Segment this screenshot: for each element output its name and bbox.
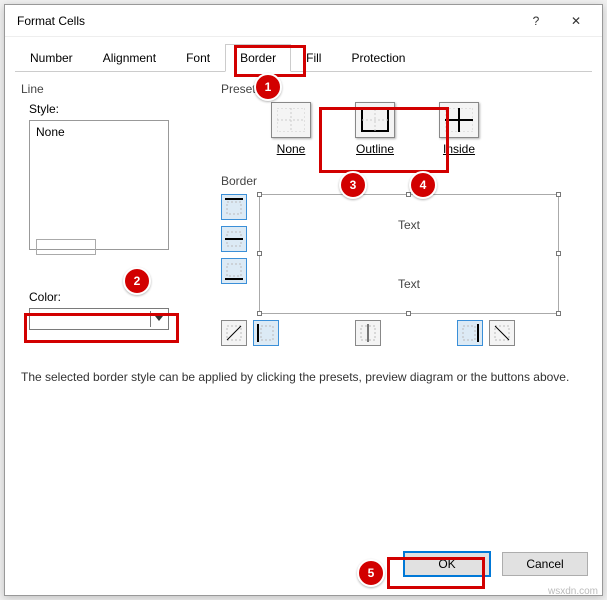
border-right-button[interactable] xyxy=(457,320,483,346)
line-group: Line Style: None Color: xyxy=(21,82,191,346)
border-top-button[interactable] xyxy=(221,194,247,220)
tab-number[interactable]: Number xyxy=(15,44,88,72)
preset-none-icon xyxy=(271,102,311,138)
cancel-button[interactable]: Cancel xyxy=(502,552,588,576)
close-button[interactable]: ✕ xyxy=(556,7,596,35)
dialog-footer: OK Cancel xyxy=(5,545,602,595)
dialog-title: Format Cells xyxy=(17,14,516,28)
format-cells-dialog: Format Cells ? ✕ Number Alignment Font B… xyxy=(4,4,603,596)
dialog-body: Line Style: None Color: Presets xyxy=(5,72,602,545)
border-group-label: Border xyxy=(221,174,586,188)
tabstrip: Number Alignment Font Border Fill Protec… xyxy=(15,43,592,72)
help-button[interactable]: ? xyxy=(516,7,556,35)
border-diag-down-button[interactable] xyxy=(489,320,515,346)
chevron-down-icon xyxy=(150,311,166,327)
preset-none-label: None xyxy=(277,142,306,156)
style-label: Style: xyxy=(29,102,191,116)
border-preview[interactable]: Text Text xyxy=(259,194,559,314)
close-icon: ✕ xyxy=(571,14,581,28)
preview-text-2: Text xyxy=(260,254,558,313)
tab-fill[interactable]: Fill xyxy=(291,44,336,72)
line-group-label: Line xyxy=(21,82,191,96)
titlebar: Format Cells ? ✕ xyxy=(5,5,602,37)
preset-outline-icon xyxy=(355,102,395,138)
border-left-button[interactable] xyxy=(253,320,279,346)
border-middle-h-button[interactable] xyxy=(221,226,247,252)
preview-text-1: Text xyxy=(260,195,558,254)
presets-group-label: Presets xyxy=(221,82,586,96)
preset-outline-label: Outline xyxy=(356,142,394,156)
ok-button[interactable]: OK xyxy=(404,552,490,576)
help-icon: ? xyxy=(533,14,540,28)
preset-inside-label: Inside xyxy=(443,142,475,156)
color-dropdown[interactable] xyxy=(29,308,169,330)
preset-none[interactable]: None xyxy=(261,102,321,156)
watermark: wsxdn.com xyxy=(548,586,598,597)
tab-alignment[interactable]: Alignment xyxy=(88,44,171,72)
tab-border[interactable]: Border xyxy=(225,44,291,72)
style-swatch[interactable] xyxy=(36,239,96,255)
border-bottom-button[interactable] xyxy=(221,258,247,284)
style-none-option[interactable]: None xyxy=(36,125,162,139)
preset-outline[interactable]: Outline xyxy=(345,102,405,156)
border-middle-v-button[interactable] xyxy=(355,320,381,346)
tab-font[interactable]: Font xyxy=(171,44,225,72)
preset-inside[interactable]: Inside xyxy=(429,102,489,156)
tab-protection[interactable]: Protection xyxy=(336,44,420,72)
preset-inside-icon xyxy=(439,102,479,138)
color-label: Color: xyxy=(29,290,191,304)
hint-text: The selected border style can be applied… xyxy=(21,370,586,384)
style-picker[interactable]: None xyxy=(29,120,169,250)
border-diag-up-button[interactable] xyxy=(221,320,247,346)
